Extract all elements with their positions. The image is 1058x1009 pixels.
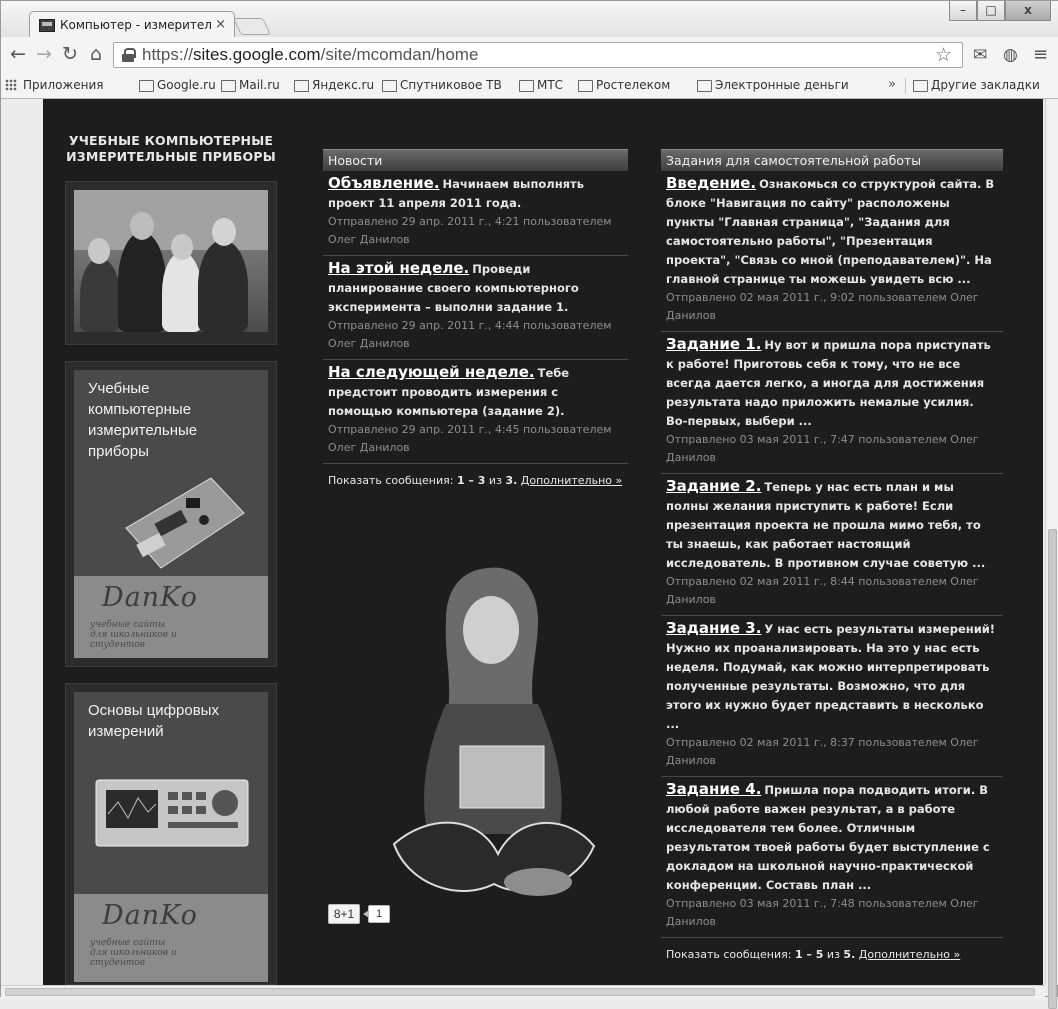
site-page: УЧЕБНЫЕ КОМПЬЮТЕРНЫЕ ИЗМЕРИТЕЛЬНЫЕ ПРИБО…	[43, 99, 1043, 985]
task-post-title[interactable]: Задание 3.	[666, 619, 761, 637]
task-post-meta: Отправлено 02 мая 2011 г., 9:02 пользова…	[666, 291, 979, 322]
task-post: Задание 3. У нас есть результаты измерени…	[661, 616, 1003, 777]
banner-instruments[interactable]: Учебные компьютерные измерительные прибо…	[65, 361, 277, 667]
circuit-board-image	[125, 477, 245, 569]
bookmark-rostelecom[interactable]: Ростелеком	[578, 78, 670, 92]
forward-arrow-icon[interactable]: →	[33, 42, 55, 66]
back-arrow-icon[interactable]: ←	[7, 42, 29, 66]
gplus-count: 1	[362, 905, 391, 923]
close-window-button[interactable]: x	[1005, 1, 1051, 21]
news-post-title[interactable]: На этой неделе.	[328, 259, 469, 277]
banner-digital-body: Основы цифровых измерений DanKo учебные …	[74, 692, 268, 982]
tasks-column: Задания для самостоятельной работы Введе…	[661, 149, 1003, 961]
bookmark-mts[interactable]: МТС	[519, 78, 563, 92]
task-post-meta: Отправлено 02 мая 2011 г., 8:37 пользова…	[666, 736, 979, 767]
team-photo-box	[65, 181, 277, 345]
news-post-meta: Отправлено 29 апр. 2011 г., 4:44 пользов…	[328, 319, 612, 350]
tab-strip: Компьютер - измерител × – □ x	[1, 1, 1058, 37]
horizontal-scroll-thumb[interactable]	[5, 988, 1035, 996]
danko-logo: DanKo	[102, 582, 198, 613]
danko-subtitle: учебные сайты для школьников и студентов	[90, 938, 177, 968]
tab-active[interactable]: Компьютер - измерител ×	[29, 11, 235, 37]
news-post-meta: Отправлено 29 апр. 2011 г., 4:21 пользов…	[328, 215, 612, 246]
task-post: Введение. Ознакомься со структурой сайта.…	[661, 171, 1003, 332]
team-photo	[74, 190, 268, 332]
tasks-more-link[interactable]: Дополнительно »	[859, 948, 960, 961]
gplus-widget: 8+1 1	[328, 904, 391, 924]
site-favicon-icon	[39, 19, 55, 32]
gmail-extension-icon[interactable]: ✉	[973, 44, 987, 66]
tab-close-icon[interactable]: ×	[215, 17, 226, 32]
news-more-link[interactable]: Дополнительно »	[521, 474, 622, 487]
news-post: На этой неделе. Проведи планирование свое…	[323, 256, 628, 360]
bookmarks-more[interactable]: »	[888, 77, 896, 92]
news-header: Новости	[323, 149, 628, 171]
tasks-header: Задания для самостоятельной работы	[661, 149, 1003, 171]
task-post-title[interactable]: Введение.	[666, 174, 756, 192]
bookmark-sputnik[interactable]: Спутниковое ТВ	[382, 78, 502, 92]
bookmark-other[interactable]: Другие закладки	[913, 78, 1040, 92]
bookmarks-bar: Приложения Google.ru Mail.ru Яндекс.ru С…	[1, 73, 1058, 99]
new-tab-button[interactable]	[233, 18, 271, 35]
bookmarks-divider	[905, 78, 906, 94]
danko-subtitle: учебные сайты для школьников и студентов	[90, 620, 177, 650]
task-post-title[interactable]: Задание 4.	[666, 780, 761, 798]
task-post-meta: Отправлено 03 мая 2011 г., 7:47 пользова…	[666, 433, 979, 464]
minimize-button[interactable]: –	[949, 1, 977, 21]
vertical-scroll-thumb[interactable]	[1048, 529, 1057, 1009]
tab-title: Компьютер - измерител	[60, 18, 212, 32]
task-post-meta: Отправлено 02 мая 2011 г., 8:44 пользова…	[666, 575, 979, 606]
gplus-button[interactable]: 8+1	[328, 904, 360, 924]
bookmark-apps[interactable]: Приложения	[5, 78, 104, 92]
page-viewport: УЧЕБНЫЕ КОМПЬЮТЕРНЫЕ ИЗМЕРИТЕЛЬНЫЕ ПРИБО…	[1, 99, 1045, 985]
banner-digital[interactable]: Основы цифровых измерений DanKo учебные …	[65, 683, 277, 985]
task-post: Задание 1. Ну вот и пришла пора приступат…	[661, 332, 1003, 474]
danko-logo: DanKo	[102, 900, 198, 931]
banner-instruments-logo-area: DanKo учебные сайты для школьников и сту…	[74, 576, 268, 658]
menu-icon[interactable]: ≡	[1033, 44, 1048, 66]
task-post-title[interactable]: Задание 1.	[666, 335, 761, 353]
vertical-scrollbar[interactable]	[1045, 99, 1058, 1009]
horizontal-scrollbar[interactable]	[1, 985, 1045, 998]
url-text: https://sites.google.com/site/mcomdan/ho…	[142, 45, 479, 64]
home-icon[interactable]: ⌂	[85, 42, 107, 66]
bookmark-google[interactable]: Google.ru	[139, 78, 216, 92]
news-post-title[interactable]: Объявление.	[328, 174, 440, 192]
task-post-title[interactable]: Задание 2.	[666, 477, 761, 495]
banner-digital-title: Основы цифровых измерений	[88, 702, 219, 740]
window-controls: – □ x	[949, 1, 1051, 23]
bookmark-star-icon[interactable]: ☆	[935, 43, 952, 67]
globe-extension-icon[interactable]: ◍	[1003, 44, 1018, 66]
news-post: Объявление. Начинаем выполнять проект 11 …	[323, 171, 628, 256]
bookmark-money[interactable]: Электронные деньги	[697, 78, 849, 92]
reload-icon[interactable]: ↻	[59, 42, 81, 66]
address-bar[interactable]: https://sites.google.com/site/mcomdan/ho…	[113, 42, 963, 68]
lock-icon	[122, 48, 136, 62]
news-post-title[interactable]: На следующей неделе.	[328, 363, 535, 381]
news-post-meta: Отправлено 29 апр. 2011 г., 4:45 пользов…	[328, 423, 612, 454]
maximize-button[interactable]: □	[977, 1, 1005, 21]
bookmark-yandex[interactable]: Яндекс.ru	[294, 78, 374, 92]
site-title[interactable]: УЧЕБНЫЕ КОМПЬЮТЕРНЫЕ ИЗМЕРИТЕЛЬНЫЕ ПРИБО…	[43, 133, 299, 165]
banner-instruments-body: Учебные компьютерные измерительные прибо…	[74, 370, 268, 658]
oscilloscope-image	[95, 779, 249, 847]
news-column: Новости Объявление. Начинаем выполнять пр…	[323, 149, 628, 487]
tasks-pagination: Показать сообщения: 1 – 5 из 5. Дополнит…	[666, 948, 961, 961]
task-post: Задание 2. Теперь у нас есть план и мы по…	[661, 474, 1003, 616]
news-pagination: Показать сообщения: 1 – 3 из 3. Дополнит…	[328, 474, 623, 487]
browser-window: Компьютер - измерител × – □ x ← → ↻ ⌂ ht…	[0, 0, 1058, 1009]
girl-with-laptop-image	[392, 567, 596, 896]
task-post-meta: Отправлено 03 мая 2011 г., 7:48 пользова…	[666, 897, 979, 928]
browser-toolbar: ← → ↻ ⌂ https://sites.google.com/site/mc…	[1, 37, 1058, 73]
banner-digital-logo-area: DanKo учебные сайты для школьников и сту…	[74, 894, 268, 982]
task-post: Задание 4. Пришла пора подводить итоги. В…	[661, 777, 1003, 938]
bookmark-mail[interactable]: Mail.ru	[221, 78, 280, 92]
banner-instruments-title: Учебные компьютерные измерительные прибо…	[88, 380, 198, 460]
news-post: На следующей неделе. Тебе предстоит прово…	[323, 360, 628, 464]
